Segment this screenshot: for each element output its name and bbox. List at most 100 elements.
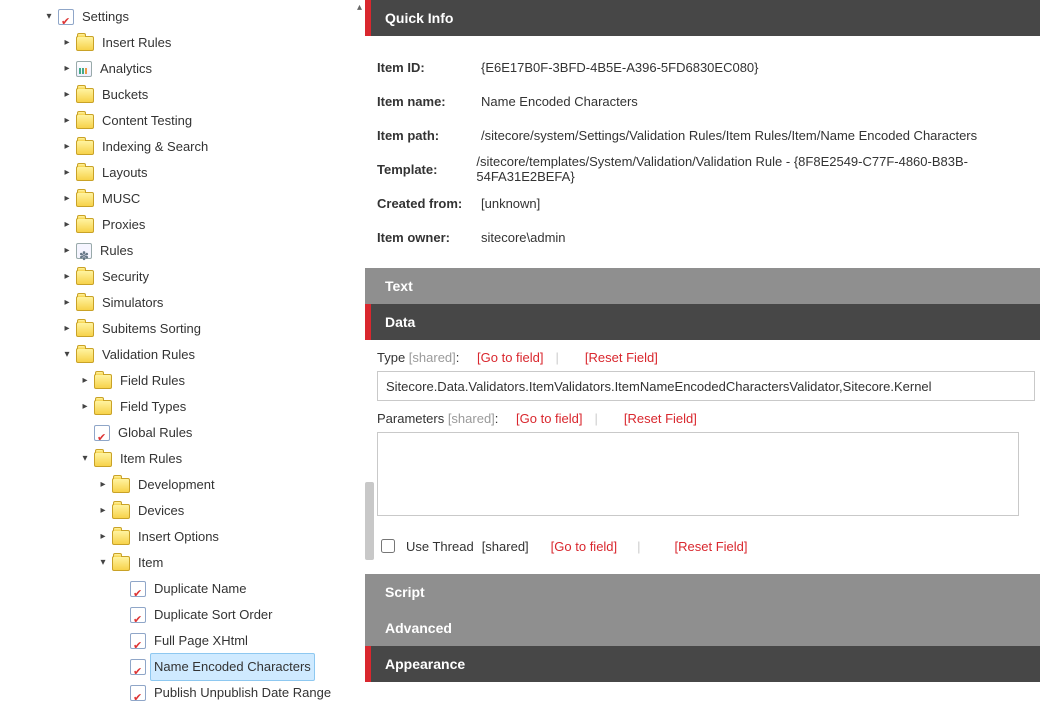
tree-node-buckets[interactable]: ▸ Buckets bbox=[62, 82, 355, 108]
tree-node-global-rules[interactable]: Global Rules bbox=[80, 420, 355, 446]
section-text[interactable]: Text bbox=[365, 268, 1040, 304]
arrow-right-icon[interactable]: ▸ bbox=[62, 290, 72, 316]
tree-node-rules[interactable]: ▸ Rules bbox=[62, 238, 355, 264]
folder-icon bbox=[76, 114, 94, 129]
tree-node-insert-options[interactable]: ▸Insert Options bbox=[98, 524, 355, 550]
field-use-thread: Use Thread [shared] [Go to field]|[Reset… bbox=[377, 536, 1040, 556]
input-parameters[interactable] bbox=[377, 432, 1019, 516]
folder-icon bbox=[76, 348, 94, 363]
label-item-owner: Item owner: bbox=[377, 230, 481, 245]
link-go-to-field[interactable]: [Go to field] bbox=[477, 350, 543, 365]
arrow-right-icon[interactable]: ▸ bbox=[98, 498, 108, 524]
tree-node-development[interactable]: ▸ Development bbox=[98, 472, 355, 498]
section-advanced[interactable]: Advanced bbox=[365, 610, 1040, 646]
arrow-right-icon[interactable]: ▸ bbox=[62, 160, 72, 186]
arrow-right-icon[interactable]: ▸ bbox=[62, 82, 72, 108]
field-name-parameters: Parameters bbox=[377, 411, 444, 426]
arrow-right-icon[interactable]: ▸ bbox=[80, 368, 90, 394]
section-script[interactable]: Script bbox=[365, 574, 1040, 610]
folder-icon bbox=[112, 478, 130, 493]
link-go-to-field[interactable]: [Go to field] bbox=[551, 539, 617, 554]
tree-node-layouts[interactable]: ▸ Layouts bbox=[62, 160, 355, 186]
value-item-name: Name Encoded Characters bbox=[481, 94, 638, 109]
arrow-right-icon[interactable]: ▸ bbox=[62, 186, 72, 212]
tree-label: Layouts bbox=[98, 160, 152, 186]
folder-icon bbox=[112, 504, 130, 519]
arrow-right-icon[interactable]: ▸ bbox=[62, 238, 72, 264]
arrow-right-icon[interactable]: ▸ bbox=[62, 134, 72, 160]
rule-icon bbox=[58, 9, 74, 25]
section-data[interactable]: Data bbox=[365, 304, 1040, 340]
arrow-right-icon[interactable]: ▸ bbox=[62, 212, 72, 238]
tree-label: Development bbox=[134, 472, 219, 498]
arrow-right-icon[interactable]: ▸ bbox=[62, 56, 72, 82]
tree-label: Item bbox=[134, 550, 167, 576]
tree-label: Rules bbox=[96, 238, 137, 264]
caret-up-icon[interactable]: ▴ bbox=[357, 2, 362, 13]
tree-label: MUSC bbox=[98, 186, 144, 212]
tree-label: Field Types bbox=[116, 394, 190, 420]
tree-node-item-rules[interactable]: ▾ Item Rules bbox=[80, 446, 355, 472]
tree-node-proxies[interactable]: ▸Proxies bbox=[62, 212, 355, 238]
tree-node-insert-rules[interactable]: ▸Insert Rules bbox=[62, 30, 355, 56]
tree-node-settings[interactable]: ▾ Settings bbox=[44, 4, 355, 30]
content-tree[interactable]: ▾ Settings ▸Insert Rules ▸Analytics ▸ Buc… bbox=[0, 0, 355, 717]
shared-tag: [shared] bbox=[405, 350, 456, 365]
scrollbar-thumb[interactable] bbox=[365, 482, 374, 560]
tree-label: Publish Unpublish Date Range bbox=[150, 680, 335, 706]
value-item-path: /sitecore/system/Settings/Validation Rul… bbox=[481, 128, 977, 143]
tree-node-field-rules[interactable]: ▸ Field Rules bbox=[80, 368, 355, 394]
arrow-right-icon[interactable]: ▸ bbox=[62, 316, 72, 342]
arrow-down-icon[interactable]: ▾ bbox=[80, 446, 90, 472]
checkbox-use-thread[interactable] bbox=[381, 539, 395, 553]
arrow-right-icon[interactable]: ▸ bbox=[98, 524, 108, 550]
rule-icon bbox=[130, 581, 146, 597]
tree-label: Full Page XHtml bbox=[150, 628, 252, 654]
tree-node-publish-unpublish-range[interactable]: Publish Unpublish Date Range bbox=[116, 680, 355, 706]
tree-label: Subitems Sorting bbox=[98, 316, 205, 342]
link-reset-field[interactable]: [Reset Field] bbox=[624, 411, 697, 426]
tree-node-name-encoded-characters[interactable]: Name Encoded Characters bbox=[116, 654, 355, 680]
tree-node-duplicate-sort-order[interactable]: Duplicate Sort Order bbox=[116, 602, 355, 628]
shared-tag: [shared] bbox=[482, 539, 529, 554]
tree-label: Field Rules bbox=[116, 368, 189, 394]
tree-node-validation-rules[interactable]: ▾ Validation Rules bbox=[62, 342, 355, 368]
tree-node-simulators[interactable]: ▸Simulators bbox=[62, 290, 355, 316]
tree-node-content-testing[interactable]: ▸Content Testing bbox=[62, 108, 355, 134]
arrow-right-icon[interactable]: ▸ bbox=[62, 264, 72, 290]
folder-icon bbox=[76, 88, 94, 103]
input-type[interactable] bbox=[377, 371, 1035, 401]
arrow-right-icon[interactable]: ▸ bbox=[80, 394, 90, 420]
folder-icon bbox=[76, 270, 94, 285]
link-reset-field[interactable]: [Reset Field] bbox=[675, 539, 748, 554]
section-quick-info[interactable]: Quick Info bbox=[365, 0, 1040, 36]
arrow-right-icon[interactable]: ▸ bbox=[98, 472, 108, 498]
tree-node-indexing-search[interactable]: ▸Indexing & Search bbox=[62, 134, 355, 160]
tree-node-devices[interactable]: ▸ Devices bbox=[98, 498, 355, 524]
tree-label: Devices bbox=[134, 498, 188, 524]
value-template: /sitecore/templates/System/Validation/Va… bbox=[476, 154, 1040, 184]
tree-node-item[interactable]: ▾ Item bbox=[98, 550, 355, 576]
splitter[interactable]: ▴ bbox=[355, 0, 365, 717]
arrow-right-icon[interactable]: ▸ bbox=[62, 108, 72, 134]
tree-label: Buckets bbox=[98, 82, 152, 108]
link-go-to-field[interactable]: [Go to field] bbox=[516, 411, 582, 426]
arrow-down-icon[interactable]: ▾ bbox=[62, 342, 72, 368]
tree-node-subitems-sorting[interactable]: ▸ Subitems Sorting bbox=[62, 316, 355, 342]
arrow-down-icon[interactable]: ▾ bbox=[98, 550, 108, 576]
folder-icon bbox=[76, 296, 94, 311]
tree-node-full-page-xhtml[interactable]: Full Page XHtml bbox=[116, 628, 355, 654]
tree-node-musc[interactable]: ▸ MUSC bbox=[62, 186, 355, 212]
rule-icon bbox=[130, 607, 146, 623]
tree-node-field-types[interactable]: ▸ Field Types bbox=[80, 394, 355, 420]
label-item-path: Item path: bbox=[377, 128, 481, 143]
section-appearance[interactable]: Appearance bbox=[365, 646, 1040, 682]
tree-node-security[interactable]: ▸Security bbox=[62, 264, 355, 290]
link-reset-field[interactable]: [Reset Field] bbox=[585, 350, 658, 365]
arrow-down-icon[interactable]: ▾ bbox=[44, 4, 54, 30]
tree-node-analytics[interactable]: ▸Analytics bbox=[62, 56, 355, 82]
value-created-from: [unknown] bbox=[481, 196, 540, 211]
tree-label: Validation Rules bbox=[98, 342, 199, 368]
tree-node-duplicate-name[interactable]: Duplicate Name bbox=[116, 576, 355, 602]
value-item-id: {E6E17B0F-3BFD-4B5E-A396-5FD6830EC080} bbox=[481, 60, 759, 75]
